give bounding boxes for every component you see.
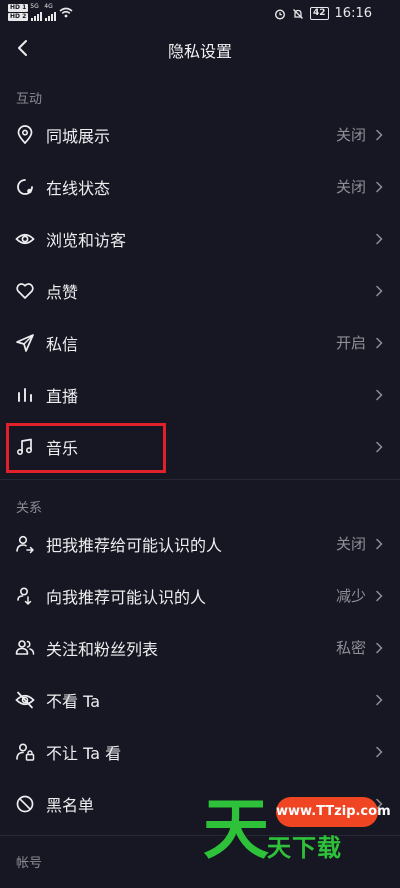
row-label: 在线状态 (46, 179, 111, 198)
section-title-interaction: 互动 (16, 92, 43, 107)
chevron-right-icon (376, 181, 383, 193)
row-value: 关闭 (335, 535, 366, 553)
signal-icon: 5G (30, 2, 43, 21)
chevron-right-icon (376, 694, 383, 706)
location-pin-icon (17, 125, 33, 145)
chevron-right-icon (376, 337, 383, 349)
user-recommend-icon (17, 587, 32, 605)
settings-row-messages[interactable]: 私信 开启 (0, 317, 400, 369)
settings-row-hide-from-them[interactable]: 不让 Ta 看 (0, 726, 400, 778)
eye-icon (15, 233, 35, 245)
wifi-icon (59, 7, 73, 18)
row-label: 黑名单 (46, 796, 95, 815)
online-status-icon (17, 179, 33, 195)
eye-off-icon (15, 691, 35, 709)
row-label: 关注和粉丝列表 (46, 640, 159, 659)
row-label: 同城展示 (46, 127, 111, 146)
live-bars-icon (18, 388, 32, 402)
watermark-logo-char: 天 (203, 791, 269, 868)
row-label: 向我推荐可能认识的人 (46, 588, 207, 607)
watermark-text: 天下载 (267, 834, 342, 862)
users-icon (15, 640, 35, 655)
chevron-right-icon (376, 389, 383, 401)
chevron-right-icon (376, 233, 383, 245)
chevron-right-icon (376, 538, 383, 550)
settings-row-hide-their-posts[interactable]: 不看 Ta (0, 674, 400, 726)
row-value: 减少 (335, 587, 366, 605)
row-label: 把我推荐给可能认识的人 (46, 536, 223, 555)
block-icon (16, 795, 34, 813)
watermark-url-badge: www.TTzip.com (276, 797, 391, 827)
battery-indicator: 42 (310, 7, 329, 20)
nav-bar: 隐私设置 (0, 28, 400, 68)
user-lock-icon (16, 743, 35, 761)
row-label: 浏览和访客 (46, 231, 127, 250)
row-value: 私密 (335, 639, 366, 657)
chevron-right-icon (376, 285, 383, 297)
settings-row-browse-visitors[interactable]: 浏览和访客 (0, 213, 400, 265)
paper-plane-icon (16, 334, 34, 352)
section-title-account: 帐号 (16, 856, 43, 871)
row-label: 私信 (46, 335, 79, 354)
network-type-1: 5G (30, 2, 39, 10)
heart-icon (16, 283, 34, 299)
settings-row-online-status[interactable]: 在线状态 关闭 (0, 161, 400, 213)
settings-row-recommend-me[interactable]: 把我推荐给可能认识的人 关闭 (0, 518, 400, 570)
settings-row-live[interactable]: 直播 (0, 369, 400, 421)
chevron-right-icon (376, 590, 383, 602)
network-type-2: 4G (44, 2, 53, 10)
page-title: 隐私设置 (167, 42, 232, 61)
row-label: 直播 (46, 387, 79, 406)
section-divider (0, 479, 400, 480)
row-label: 点赞 (46, 283, 79, 302)
row-value: 关闭 (335, 178, 366, 196)
chevron-right-icon (376, 642, 383, 654)
signal-icon: 4G (44, 2, 57, 21)
sim2-badge: HD 2 (8, 13, 29, 21)
alarm-icon (274, 8, 286, 20)
user-share-icon (16, 535, 34, 554)
row-label: 不让 Ta 看 (46, 744, 122, 763)
chevron-right-icon (376, 441, 383, 453)
settings-row-recommend-to-me[interactable]: 向我推荐可能认识的人 减少 (0, 570, 400, 622)
row-value: 开启 (335, 334, 366, 352)
settings-row-following-followers[interactable]: 关注和粉丝列表 私密 (0, 622, 400, 674)
mute-bell-icon (293, 8, 303, 19)
section-title-relations: 关系 (16, 501, 43, 516)
sim1-badge: HD 1 (8, 4, 29, 12)
settings-row-nearby-display[interactable]: 同城展示 关闭 (0, 109, 400, 161)
row-value: 关闭 (335, 126, 366, 144)
status-bar: HD 1 HD 2 5G 4G 42 16:16 (0, 0, 400, 28)
settings-row-likes[interactable]: 点赞 (0, 265, 400, 317)
annotation-highlight-box (6, 423, 166, 473)
clock: 16:16 (334, 6, 372, 21)
chevron-right-icon (376, 129, 383, 141)
sim-badges: HD 1 HD 2 (8, 4, 29, 21)
row-label: 不看 Ta (46, 692, 101, 711)
chevron-right-icon (376, 746, 383, 758)
